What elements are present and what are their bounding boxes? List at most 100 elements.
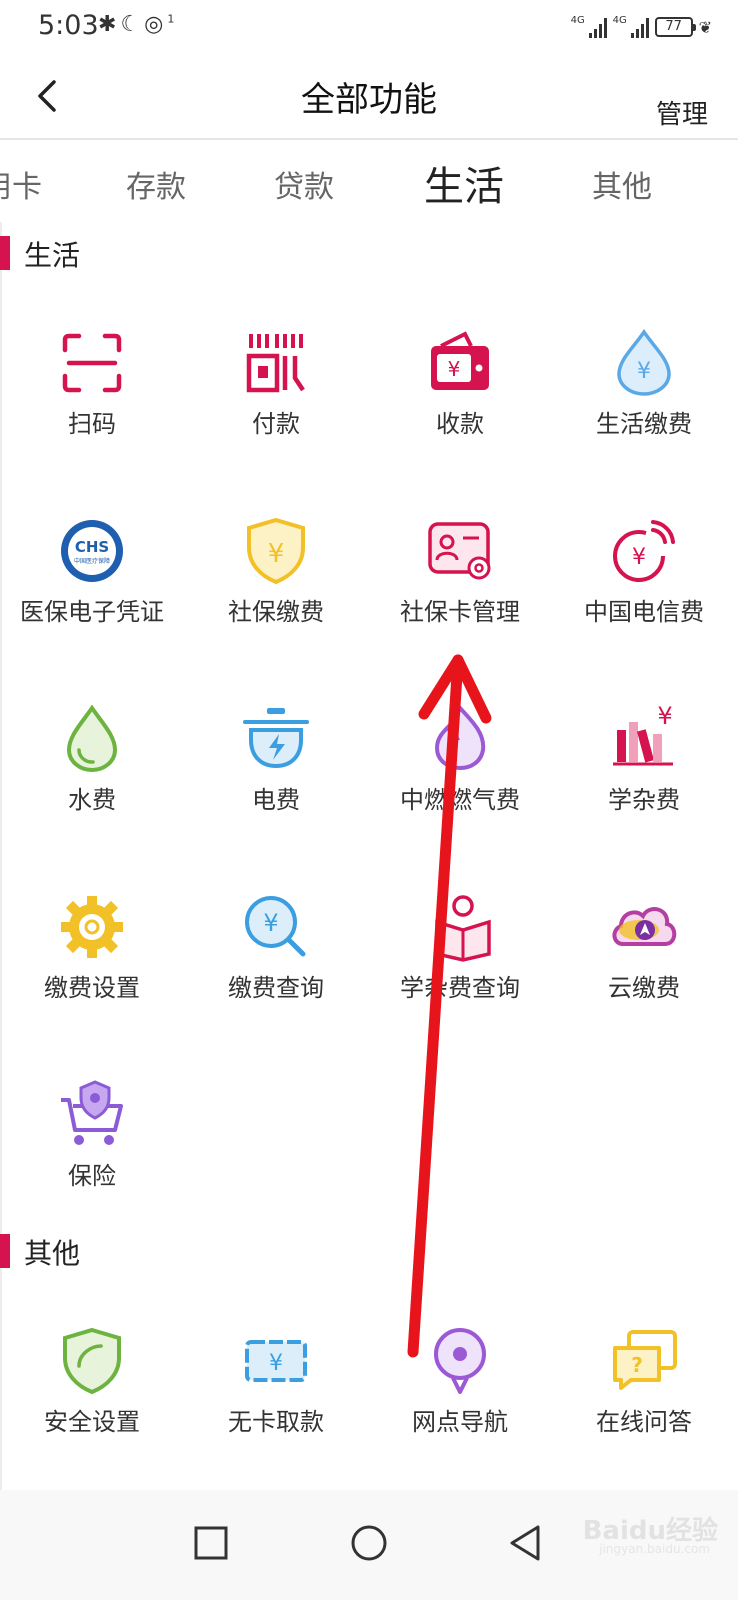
service-tuition-query[interactable]: 学杂费查询 <box>368 892 552 1042</box>
status-icons: ✱☾◎1 <box>98 12 178 37</box>
service-electricity[interactable]: 电费 <box>184 704 368 854</box>
section-label: 其他 <box>24 1237 81 1270</box>
service-label: 缴费设置 <box>44 974 140 1002</box>
location-pin-icon <box>434 1328 486 1394</box>
service-medical-ecert[interactable]: CHS 中国医疗保障 医保电子凭证 <box>0 516 184 666</box>
service-label: 付款 <box>252 410 300 438</box>
svg-text:¥: ¥ <box>268 539 285 569</box>
service-label: 保险 <box>68 1162 116 1190</box>
sim2-label: 4G <box>612 15 627 26</box>
watermark-subtext: jingyan.baidu.com <box>599 1542 710 1556</box>
cardless-cash-icon: ¥ <box>245 1340 307 1382</box>
service-payment-query[interactable]: ¥ 缴费查询 <box>184 892 368 1042</box>
id-card-settings-icon <box>428 522 491 580</box>
gear-icon <box>61 896 123 958</box>
service-label: 学杂费 <box>608 786 680 814</box>
chat-question-icon: ? <box>613 1330 677 1390</box>
service-scan[interactable]: 扫码 <box>0 328 184 478</box>
svg-text:¥: ¥ <box>632 545 646 570</box>
security-shield-icon <box>63 1327 121 1395</box>
shield-yuan-icon: ¥ <box>247 517 305 585</box>
battery-icon: 77 <box>654 17 696 37</box>
scan-icon <box>62 333 122 393</box>
top-bar: 全部功能 管理 <box>0 54 738 140</box>
service-payment-settings[interactable]: 缴费设置 <box>0 892 184 1042</box>
service-label: 扫码 <box>68 410 116 438</box>
status-bar: 5:03 ✱☾◎1 4G 4G 77 ❦ <box>0 0 738 54</box>
gas-flame-icon <box>434 704 486 771</box>
home-icon[interactable] <box>344 1518 394 1568</box>
svg-text:?: ? <box>631 1353 643 1377</box>
service-label: 电费 <box>252 786 300 814</box>
service-label: 安全设置 <box>44 1408 140 1436</box>
telecom-signal-icon: ¥ <box>613 520 675 582</box>
tab-life[interactable]: 生活 <box>424 154 504 212</box>
recent-apps-icon[interactable] <box>186 1518 236 1568</box>
svg-text:¥: ¥ <box>263 909 278 937</box>
bluetooth-icon: ✱ <box>98 12 121 37</box>
tab-deposit[interactable]: 存款 <box>126 162 186 206</box>
service-label: 生活缴费 <box>596 410 692 438</box>
search-yuan-icon: ¥ <box>245 896 306 957</box>
service-label: 缴费查询 <box>228 974 324 1002</box>
service-branch-nav[interactable]: 网点导航 <box>368 1326 552 1476</box>
service-label: 云缴费 <box>608 974 680 1002</box>
moon-icon: ☾ <box>120 12 145 37</box>
cloud-arrow-icon <box>612 907 677 946</box>
electric-pot-icon <box>243 708 309 769</box>
service-label: 在线问答 <box>596 1408 692 1436</box>
svg-text:¥: ¥ <box>269 1351 283 1376</box>
service-security-settings[interactable]: 安全设置 <box>0 1326 184 1476</box>
service-water[interactable]: 水费 <box>0 704 184 854</box>
service-label: 无卡取款 <box>228 1408 324 1436</box>
service-social-security-pay[interactable]: ¥ 社保缴费 <box>184 516 368 666</box>
section-accent <box>0 1234 10 1268</box>
hotspot-count: 1 <box>167 12 179 26</box>
books-yuan-icon: ¥ <box>613 704 673 766</box>
sim2-signal-icon: 4G <box>613 16 649 38</box>
service-tuition[interactable]: ¥ 学杂费 <box>552 704 736 854</box>
service-cardless-withdraw[interactable]: ¥ 无卡取款 <box>184 1326 368 1476</box>
service-life-payment[interactable]: ¥ 生活缴费 <box>552 328 736 478</box>
baidu-watermark: Baidu经验 jingyan.baidu.com <box>568 1490 718 1560</box>
status-time: 5:03 <box>38 10 99 41</box>
service-gas[interactable]: 中燃燃气费 <box>368 704 552 854</box>
service-pay[interactable]: 付款 <box>184 328 368 478</box>
svg-text:¥: ¥ <box>637 359 651 384</box>
service-cloud-pay[interactable]: 云缴费 <box>552 892 736 1042</box>
service-label: 收款 <box>436 410 484 438</box>
service-label: 水费 <box>68 786 116 814</box>
chs-logo-subtext: 中国医疗保障 <box>74 557 110 565</box>
reading-person-icon <box>435 895 491 962</box>
service-label: 社保缴费 <box>228 598 324 626</box>
service-label: 中国电信费 <box>584 598 704 626</box>
leaf-icon: ❦ <box>698 17 712 37</box>
sim1-signal-icon: 4G <box>571 16 607 38</box>
service-label: 学杂费查询 <box>400 974 520 1002</box>
water-drop-yuan-icon: ¥ <box>617 328 671 396</box>
tab-other[interactable]: 其他 <box>592 162 652 206</box>
page-title: 全部功能 <box>301 80 437 120</box>
service-social-card-manage[interactable]: 社保卡管理 <box>368 516 552 666</box>
chs-medical-insurance-icon: CHS 中国医疗保障 <box>61 520 123 582</box>
service-label: 中燃燃气费 <box>400 786 520 814</box>
category-tabs: 用卡 存款 贷款 生活 其他 <box>0 140 738 222</box>
service-label: 网点导航 <box>412 1408 508 1436</box>
service-insurance[interactable]: 保险 <box>0 1080 184 1230</box>
service-online-qa[interactable]: ? 在线问答 <box>552 1326 736 1476</box>
svg-text:¥: ¥ <box>448 357 461 381</box>
hotspot-icon: ◎ <box>144 12 168 37</box>
tab-card[interactable]: 用卡 <box>0 162 42 206</box>
chs-logo-text: CHS <box>75 538 109 556</box>
back-triangle-icon[interactable] <box>502 1518 552 1568</box>
barcode-pay-icon <box>246 334 305 393</box>
service-china-telecom[interactable]: ¥ 中国电信费 <box>552 516 736 666</box>
section-label: 生活 <box>24 239 81 272</box>
service-label: 医保电子凭证 <box>20 598 164 626</box>
manage-button[interactable]: 管理 <box>656 94 708 131</box>
svg-text:¥: ¥ <box>657 704 672 730</box>
service-collect[interactable]: ¥ 收款 <box>368 328 552 478</box>
tab-loan[interactable]: 贷款 <box>274 162 334 206</box>
cart-shield-icon <box>61 1080 123 1145</box>
section-accent <box>0 236 10 270</box>
